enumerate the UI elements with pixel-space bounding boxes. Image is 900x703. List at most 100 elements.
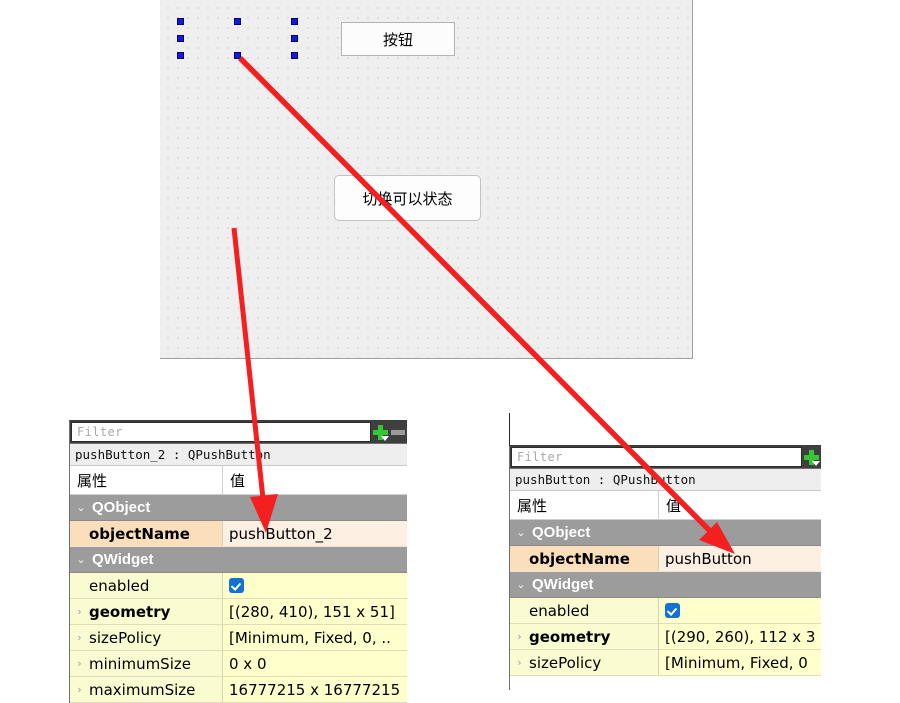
property-value-cell[interactable]: 16777215 x 16777215 xyxy=(223,677,407,702)
property-value-cell[interactable]: [(290, 260), 112 x 3 xyxy=(659,624,821,649)
property-table-header-left: 属性 值 xyxy=(70,466,407,495)
property-value-label: [(280, 410), 151 x 51] xyxy=(229,602,395,621)
enabled-checkbox[interactable] xyxy=(229,578,244,593)
property-name-cell: › sizePolicy xyxy=(70,625,223,650)
property-value-cell[interactable]: [(280, 410), 151 x 51] xyxy=(223,599,407,624)
property-filter-placeholder-right: Filter xyxy=(517,450,563,464)
expander-spacer: · xyxy=(70,527,89,540)
qt-designer-form-canvas[interactable]: 按钮 切换可以状态 xyxy=(160,0,693,359)
property-name-label: sizePolicy xyxy=(89,628,162,647)
expander-spacer: · xyxy=(510,604,529,617)
selection-handle-bottom-right[interactable] xyxy=(291,52,298,59)
property-name-cell: › sizePolicy xyxy=(510,650,659,675)
property-value-cell[interactable]: pushButton_2 xyxy=(223,521,407,546)
property-filter-input-right[interactable]: Filter xyxy=(511,447,802,467)
property-value-cell[interactable]: pushButton xyxy=(659,546,821,571)
property-row[interactable]: › geometry [(290, 260), 112 x 3 xyxy=(510,624,821,650)
property-table-body-right: ⌄QObject·objectNamepushButton⌄QWidget·en… xyxy=(510,520,821,676)
property-editor-pushbutton[interactable]: Filter pushButton : QPushButton 属性 值 ⌄ QO… xyxy=(509,445,821,690)
property-column-header-value-left[interactable]: 值 xyxy=(223,466,407,494)
property-row[interactable]: ·enabled xyxy=(510,598,821,624)
property-value-cell[interactable]: [Minimum, Fixed, 0, .. xyxy=(223,625,407,650)
property-group-row[interactable]: ⌄ QWidget xyxy=(70,547,407,573)
selection-handle-top-center[interactable] xyxy=(234,18,241,25)
property-filter-input-left[interactable]: Filter xyxy=(71,422,371,442)
property-group-label: QWidget xyxy=(532,576,594,593)
property-row[interactable]: › sizePolicy [Minimum, Fixed, 0 xyxy=(510,650,821,676)
property-value-label: pushButton_2 xyxy=(229,524,333,543)
property-row[interactable]: ·enabled xyxy=(70,573,407,599)
selection-handle-top-right[interactable] xyxy=(291,18,298,25)
property-value-label: pushButton xyxy=(665,549,752,568)
selected-object-title-right-text: pushButton : QPushButton xyxy=(515,472,696,487)
property-group-label: QWidget xyxy=(92,551,154,568)
enabled-checkbox[interactable] xyxy=(665,603,680,618)
property-value-label: 0 x 0 xyxy=(229,654,267,673)
form-widget-pushbutton[interactable]: 切换可以状态 xyxy=(334,175,481,221)
chevron-down-icon[interactable]: ⌄ xyxy=(510,526,532,539)
chevron-down-icon[interactable]: ⌄ xyxy=(510,578,532,591)
chevron-down-icon[interactable]: ⌄ xyxy=(70,553,92,566)
property-group-row[interactable]: ⌄ QObject xyxy=(70,495,407,521)
chevron-right-icon[interactable]: › xyxy=(70,605,89,618)
property-row[interactable]: › maximumSize 16777215 x 16777215 xyxy=(70,677,407,703)
chevron-right-icon[interactable]: › xyxy=(70,683,89,696)
property-value-label: [(290, 260), 112 x 3 xyxy=(665,627,816,646)
selection-handle-bottom-center[interactable] xyxy=(234,52,241,59)
property-table-body-left: ⌄QObject·objectNamepushButton_2⌄QWidget·… xyxy=(70,495,407,703)
property-group-label: QObject xyxy=(532,524,591,541)
property-name-label: geometry xyxy=(89,602,171,621)
property-value-cell[interactable]: 0 x 0 xyxy=(223,651,407,676)
property-name-label: sizePolicy xyxy=(529,653,602,672)
property-column-header-name-right[interactable]: 属性 xyxy=(510,491,659,519)
property-name-label: enabled xyxy=(89,576,150,595)
property-name-label: geometry xyxy=(529,627,611,646)
selected-object-title-right: pushButton : QPushButton xyxy=(510,469,821,491)
property-name-label: objectName xyxy=(89,524,190,543)
form-widget-pushbutton-2[interactable]: 按钮 xyxy=(341,22,455,56)
property-filter-row-right: Filter xyxy=(510,446,821,469)
chevron-right-icon[interactable]: › xyxy=(510,630,529,643)
property-column-header-value-right[interactable]: 值 xyxy=(659,491,821,519)
property-table-header-right: 属性 值 xyxy=(510,491,821,520)
property-name-cell: ·objectName xyxy=(510,546,659,571)
property-panel-right-edge-line xyxy=(509,413,510,446)
chevron-down-icon[interactable]: ⌄ xyxy=(70,501,92,514)
form-widget-pushbutton-2-label: 按钮 xyxy=(382,30,413,49)
property-filter-placeholder-left: Filter xyxy=(77,425,123,439)
property-row[interactable]: › geometry [(280, 410), 151 x 51] xyxy=(70,599,407,625)
property-group-row[interactable]: ⌄ QObject xyxy=(510,520,821,546)
chevron-down-icon xyxy=(381,435,389,441)
selection-handle-middle-left[interactable] xyxy=(177,35,184,42)
property-name-cell: ·enabled xyxy=(510,598,659,623)
chevron-right-icon[interactable]: › xyxy=(70,631,89,644)
selection-handle-bottom-left[interactable] xyxy=(177,52,184,59)
selection-handle-middle-right[interactable] xyxy=(291,35,298,42)
chevron-right-icon[interactable]: › xyxy=(510,656,529,669)
property-group-label: QObject xyxy=(92,499,151,516)
property-name-cell: ·objectName xyxy=(70,521,223,546)
add-property-icon[interactable] xyxy=(804,449,820,466)
property-value-label: 16777215 x 16777215 xyxy=(229,680,401,699)
property-name-cell: › geometry xyxy=(70,599,223,624)
property-filter-buttons-right xyxy=(802,446,821,468)
property-row[interactable]: › minimumSize 0 x 0 xyxy=(70,651,407,677)
property-row[interactable]: ·objectName pushButton_2 xyxy=(70,521,407,547)
expander-spacer: · xyxy=(70,579,89,592)
remove-property-icon[interactable] xyxy=(391,429,405,435)
property-value-cell[interactable] xyxy=(223,573,407,598)
property-row[interactable]: ·objectName pushButton xyxy=(510,546,821,572)
property-value-cell[interactable]: [Minimum, Fixed, 0 xyxy=(659,650,821,675)
chevron-right-icon[interactable]: › xyxy=(70,657,89,670)
selection-handle-top-left[interactable] xyxy=(177,18,184,25)
property-column-header-name-left[interactable]: 属性 xyxy=(70,466,223,494)
property-name-label: minimumSize xyxy=(89,654,191,673)
form-widget-pushbutton-label: 切换可以状态 xyxy=(362,189,453,208)
property-editor-pushbutton-2[interactable]: Filter pushButton_2 : QPushButton 属性 值 ⌄… xyxy=(69,420,407,703)
add-property-icon[interactable] xyxy=(373,424,389,441)
property-name-label: maximumSize xyxy=(89,680,196,699)
property-value-cell[interactable] xyxy=(659,598,821,623)
property-filter-row-left: Filter xyxy=(70,421,407,444)
property-row[interactable]: › sizePolicy [Minimum, Fixed, 0, .. xyxy=(70,625,407,651)
property-group-row[interactable]: ⌄ QWidget xyxy=(510,572,821,598)
